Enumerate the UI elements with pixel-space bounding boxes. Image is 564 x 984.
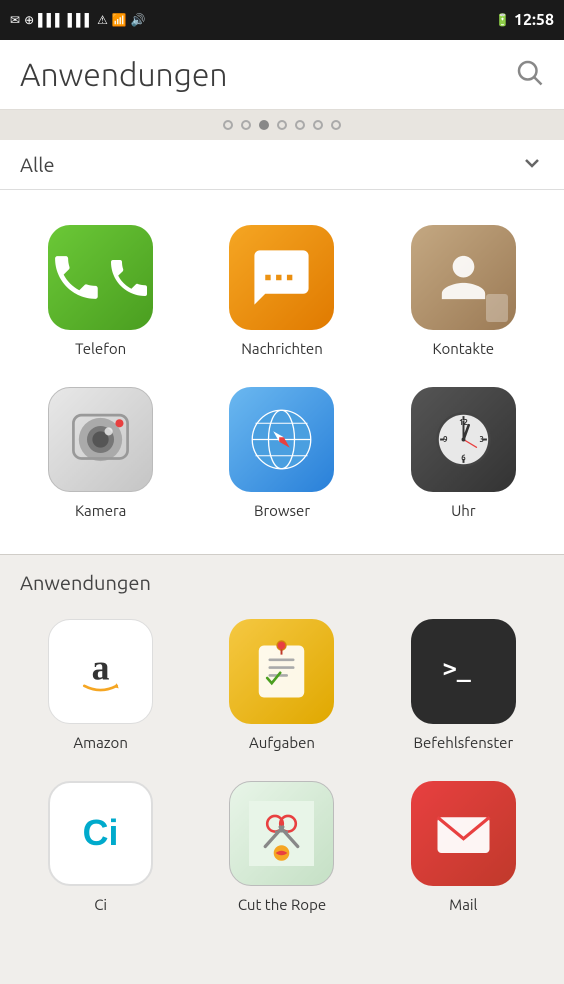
- battery-icon: 🔋: [495, 13, 510, 27]
- volume-icon: 🔊: [131, 13, 146, 27]
- app-aufgaben[interactable]: Aufgaben: [191, 604, 372, 766]
- app-icon-mail: [411, 781, 516, 886]
- app-cuttherope[interactable]: Cut the Rope: [191, 766, 372, 928]
- svg-text:a: a: [92, 647, 110, 687]
- email-icon: ✉: [10, 13, 20, 27]
- app-icon-uhr: 12 3 6 9: [411, 387, 516, 492]
- dot-3[interactable]: [259, 120, 269, 130]
- app-icon-kamera: [48, 387, 153, 492]
- app-ci[interactable]: Ci Ci: [10, 766, 191, 928]
- app-icon-ci: Ci: [48, 781, 153, 886]
- apps-section: a Amazon: [0, 604, 564, 938]
- dot-7[interactable]: [331, 120, 341, 130]
- app-label-aufgaben: Aufgaben: [249, 734, 315, 751]
- featured-section: Telefon Nachrichten Kontakte: [0, 190, 564, 554]
- app-kontakte[interactable]: Kontakte: [373, 210, 554, 372]
- app-icon-befehlsfenster: >_: [411, 619, 516, 724]
- category-label: Alle: [20, 153, 55, 176]
- gps-icon: ⊕: [24, 13, 34, 27]
- app-label-uhr: Uhr: [451, 502, 476, 519]
- app-icon-telefon: [48, 225, 153, 330]
- page-title: Anwendungen: [20, 57, 228, 93]
- app-uhr[interactable]: 12 3 6 9 Uhr: [373, 372, 554, 534]
- app-label-browser: Browser: [254, 502, 310, 519]
- app-amazon[interactable]: a Amazon: [10, 604, 191, 766]
- app-icon-nachrichten: [229, 225, 334, 330]
- app-label-kontakte: Kontakte: [433, 340, 495, 357]
- app-icon-aufgaben: [229, 619, 334, 724]
- dot-2[interactable]: [241, 120, 251, 130]
- warning-icon: ⚠: [97, 13, 108, 27]
- apps-section-header: Anwendungen: [0, 555, 564, 604]
- signal2-icon: ▌▌▌: [68, 13, 94, 27]
- app-telefon[interactable]: Telefon: [10, 210, 191, 372]
- app-label-mail: Mail: [449, 896, 477, 913]
- search-button[interactable]: [514, 57, 544, 92]
- svg-text:Ci: Ci: [83, 813, 119, 853]
- status-icons-left: ✉ ⊕ ▌▌▌ ▌▌▌ ⚠ 📶 🔊: [10, 13, 146, 27]
- app-mail[interactable]: Mail: [373, 766, 554, 928]
- app-label-kamera: Kamera: [75, 502, 126, 519]
- app-label-amazon: Amazon: [73, 734, 128, 751]
- app-label-telefon: Telefon: [75, 340, 126, 357]
- status-bar: ✉ ⊕ ▌▌▌ ▌▌▌ ⚠ 📶 🔊 🔋 12:58: [0, 0, 564, 40]
- dot-4[interactable]: [277, 120, 287, 130]
- dot-1[interactable]: [223, 120, 233, 130]
- app-label-cuttherope: Cut the Rope: [238, 896, 326, 913]
- app-browser[interactable]: Browser: [191, 372, 372, 534]
- svg-text:9: 9: [443, 436, 448, 444]
- page-dots: [0, 110, 564, 140]
- svg-text:6: 6: [461, 454, 466, 462]
- app-icon-cuttherope: [229, 781, 334, 886]
- svg-text:3: 3: [479, 436, 483, 444]
- app-nachrichten[interactable]: Nachrichten: [191, 210, 372, 372]
- app-icon-kontakte: [411, 225, 516, 330]
- dot-6[interactable]: [313, 120, 323, 130]
- app-label-ci: Ci: [94, 896, 107, 913]
- status-right: 🔋 12:58: [495, 11, 554, 29]
- header: Anwendungen: [0, 40, 564, 110]
- app-befehlsfenster[interactable]: >_ Befehlsfenster: [373, 604, 554, 766]
- featured-apps-grid: Telefon Nachrichten Kontakte: [10, 210, 554, 534]
- app-icon-browser: [229, 387, 334, 492]
- app-label-befehlsfenster: Befehlsfenster: [413, 734, 513, 751]
- dot-5[interactable]: [295, 120, 305, 130]
- app-kamera[interactable]: Kamera: [10, 372, 191, 534]
- apps-grid: a Amazon: [10, 604, 554, 928]
- wifi-icon: 📶: [112, 13, 127, 27]
- signal1-icon: ▌▌▌: [38, 13, 64, 27]
- svg-text:>_: >_: [443, 655, 472, 683]
- app-icon-amazon: a: [48, 619, 153, 724]
- chevron-down-icon: [520, 151, 544, 179]
- status-time: 12:58: [514, 11, 554, 29]
- category-bar[interactable]: Alle: [0, 140, 564, 190]
- app-label-nachrichten: Nachrichten: [241, 340, 323, 357]
